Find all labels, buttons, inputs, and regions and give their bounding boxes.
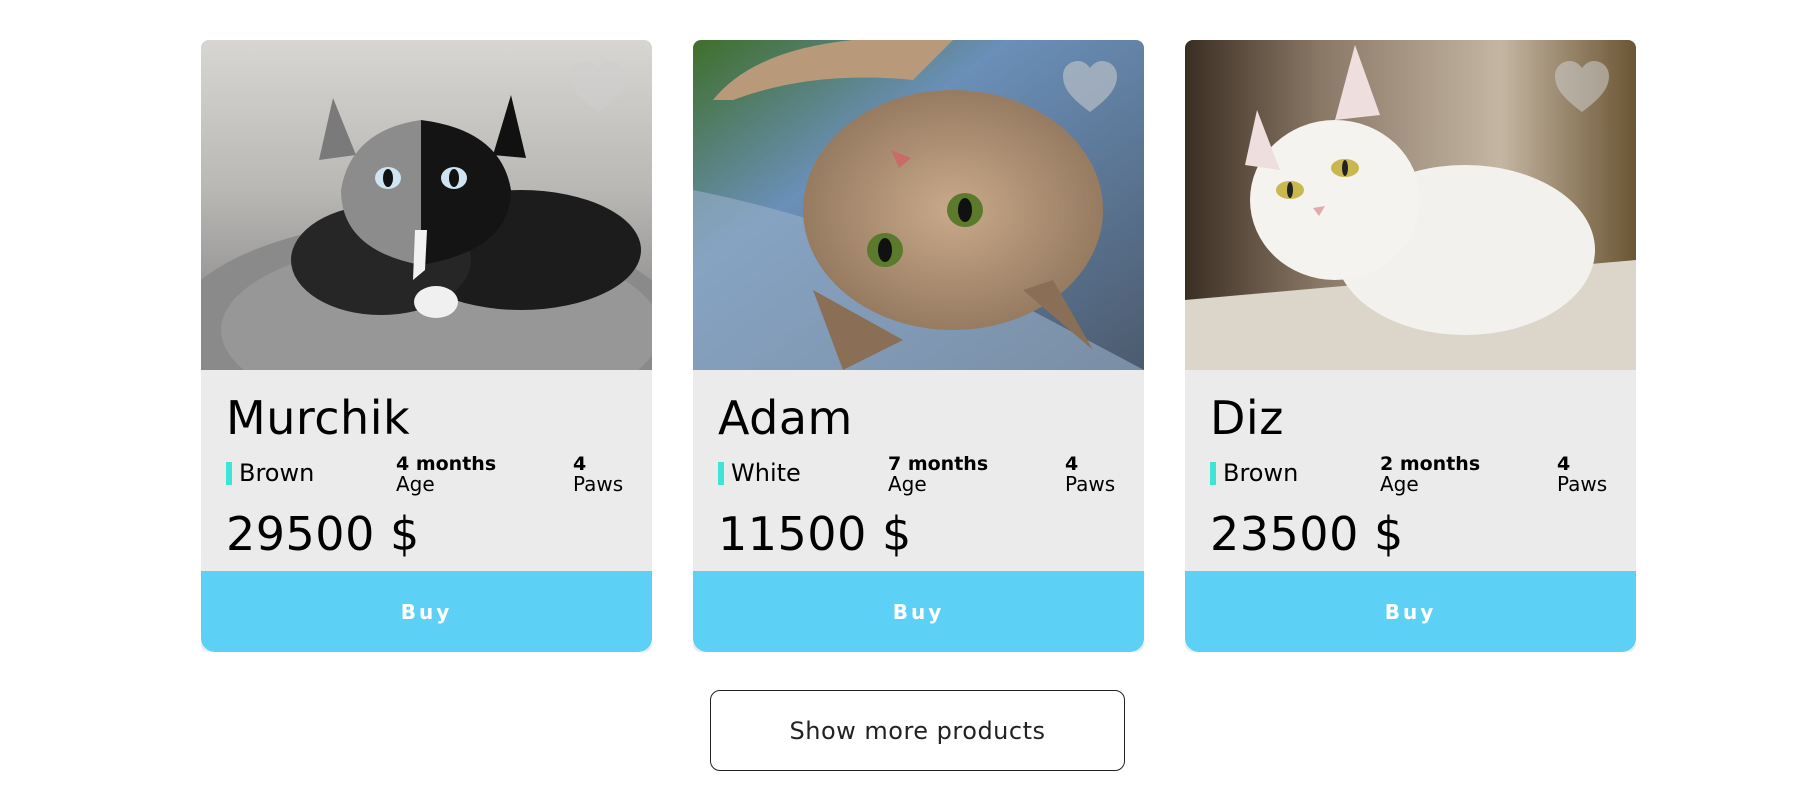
product-age: 4 months Age xyxy=(396,454,573,494)
show-more-products-button[interactable]: Show more products xyxy=(710,690,1125,771)
paws-value: 4 xyxy=(573,453,587,475)
product-name: Diz xyxy=(1210,391,1284,445)
heart-icon xyxy=(1555,61,1609,112)
product-card: Murchik Brown 4 months Age 4 Paws 29500 … xyxy=(201,40,652,652)
product-paws: 4 Paws xyxy=(1557,454,1607,494)
age-value: 4 months xyxy=(396,453,497,475)
color-label: Brown xyxy=(1223,459,1299,487)
product-color: White xyxy=(718,454,888,487)
color-marker xyxy=(718,461,724,485)
paws-label: Paws xyxy=(1065,472,1116,496)
product-price: 23500 $ xyxy=(1210,507,1404,561)
product-color: Brown xyxy=(1210,454,1380,487)
product-info: Diz Brown 2 months Age 4 Paws 23500 $ xyxy=(1185,370,1636,571)
product-name: Adam xyxy=(718,391,853,445)
product-price: 11500 $ xyxy=(718,507,912,561)
age-label: Age xyxy=(396,472,435,496)
color-marker xyxy=(226,461,232,485)
color-marker xyxy=(1210,461,1216,485)
product-age: 7 months Age xyxy=(888,454,1065,494)
product-info: Murchik Brown 4 months Age 4 Paws 29500 … xyxy=(201,370,652,571)
product-meta: Brown 4 months Age 4 Paws xyxy=(226,454,627,498)
product-meta: Brown 2 months Age 4 Paws xyxy=(1210,454,1611,498)
heart-icon xyxy=(1063,61,1117,112)
heart-icon xyxy=(571,61,625,112)
age-value: 2 months xyxy=(1380,453,1481,475)
product-paws: 4 Paws xyxy=(573,454,623,494)
paws-label: Paws xyxy=(573,472,624,496)
favorite-button[interactable] xyxy=(1061,60,1119,114)
buy-button[interactable]: Buy xyxy=(201,571,652,652)
color-label: Brown xyxy=(239,459,315,487)
product-paws: 4 Paws xyxy=(1065,454,1115,494)
product-grid: Murchik Brown 4 months Age 4 Paws 29500 … xyxy=(201,40,1636,652)
product-info: Adam White 7 months Age 4 Paws 11500 $ xyxy=(693,370,1144,571)
color-label: White xyxy=(731,459,801,487)
favorite-button[interactable] xyxy=(1553,60,1611,114)
paws-value: 4 xyxy=(1557,453,1571,475)
product-price: 29500 $ xyxy=(226,507,420,561)
buy-button[interactable]: Buy xyxy=(1185,571,1636,652)
age-label: Age xyxy=(888,472,927,496)
product-photo xyxy=(201,40,652,370)
product-name: Murchik xyxy=(226,391,411,445)
product-age: 2 months Age xyxy=(1380,454,1557,494)
product-color: Brown xyxy=(226,454,396,487)
paws-value: 4 xyxy=(1065,453,1079,475)
product-photo xyxy=(693,40,1144,370)
buy-button[interactable]: Buy xyxy=(693,571,1144,652)
product-card: Diz Brown 2 months Age 4 Paws 23500 $ Bu… xyxy=(1185,40,1636,652)
favorite-button[interactable] xyxy=(569,60,627,114)
paws-label: Paws xyxy=(1557,472,1608,496)
age-label: Age xyxy=(1380,472,1419,496)
product-photo xyxy=(1185,40,1636,370)
product-card: Adam White 7 months Age 4 Paws 11500 $ B… xyxy=(693,40,1144,652)
product-meta: White 7 months Age 4 Paws xyxy=(718,454,1119,498)
age-value: 7 months xyxy=(888,453,989,475)
